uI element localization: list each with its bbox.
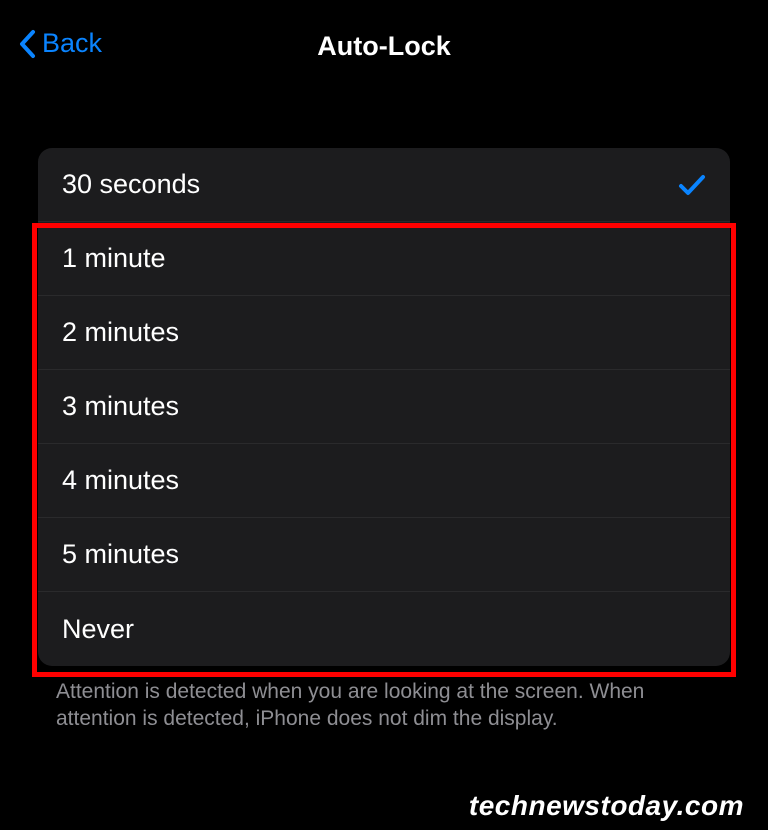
footer-text: Attention is detected when you are looki… bbox=[56, 678, 712, 733]
option-label: 3 minutes bbox=[62, 391, 179, 422]
option-4-minutes[interactable]: 4 minutes bbox=[38, 444, 730, 518]
chevron-left-icon bbox=[18, 29, 36, 59]
option-30-seconds[interactable]: 30 seconds bbox=[38, 148, 730, 222]
option-label: 2 minutes bbox=[62, 317, 179, 348]
page-title: Auto-Lock bbox=[20, 31, 748, 62]
option-label: 30 seconds bbox=[62, 169, 200, 200]
back-label: Back bbox=[42, 28, 102, 59]
options-list: 30 seconds 1 minute 2 minutes 3 minutes … bbox=[38, 148, 730, 666]
option-label: 4 minutes bbox=[62, 465, 179, 496]
option-2-minutes[interactable]: 2 minutes bbox=[38, 296, 730, 370]
option-1-minute[interactable]: 1 minute bbox=[38, 222, 730, 296]
watermark: technewstoday.com bbox=[469, 790, 744, 822]
checkmark-icon bbox=[678, 173, 706, 197]
option-3-minutes[interactable]: 3 minutes bbox=[38, 370, 730, 444]
option-label: 5 minutes bbox=[62, 539, 179, 570]
header: Back Auto-Lock bbox=[0, 0, 768, 80]
option-5-minutes[interactable]: 5 minutes bbox=[38, 518, 730, 592]
option-label: 1 minute bbox=[62, 243, 166, 274]
option-never[interactable]: Never bbox=[38, 592, 730, 666]
back-button[interactable]: Back bbox=[18, 28, 102, 59]
option-label: Never bbox=[62, 614, 134, 645]
